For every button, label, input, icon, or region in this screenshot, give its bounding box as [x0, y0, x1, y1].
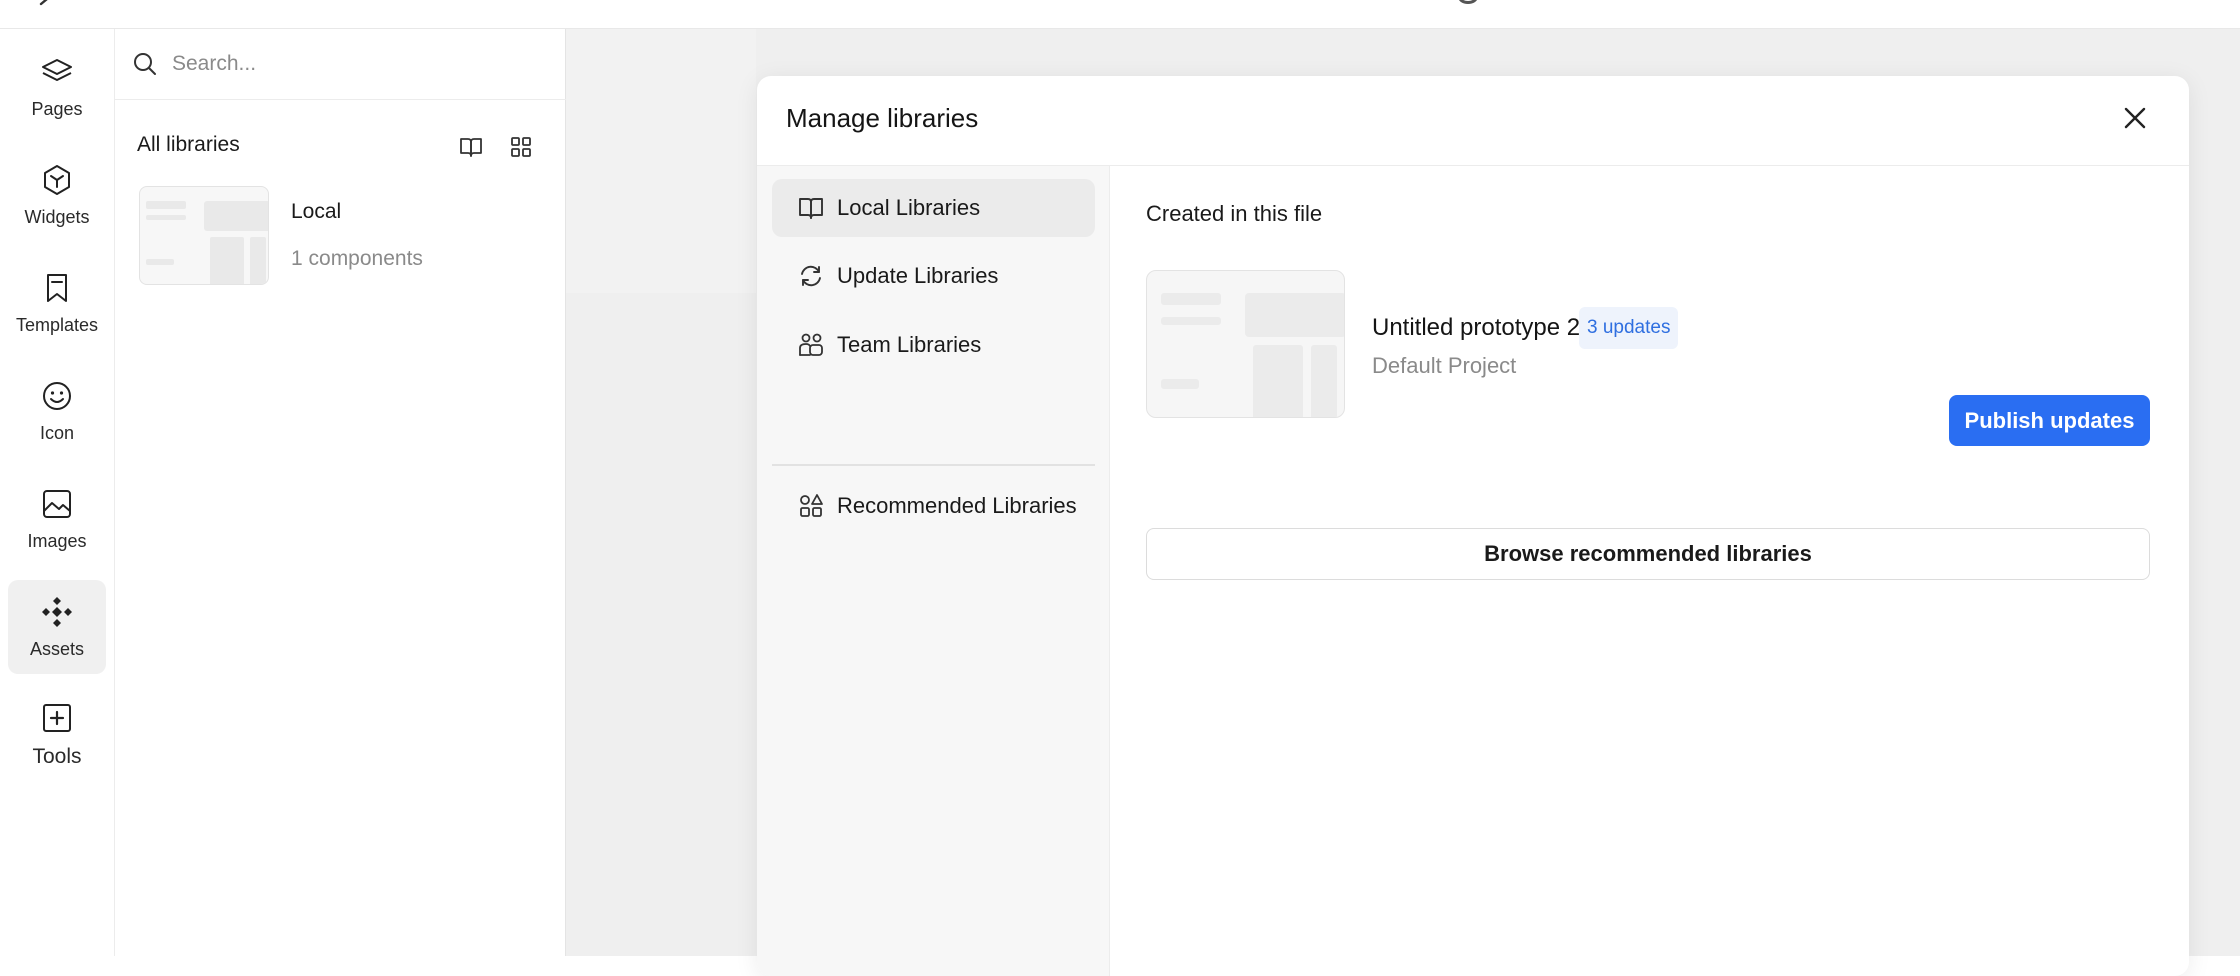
team-icon: [799, 333, 823, 356]
nav-recommended-libraries[interactable]: Recommended Libraries: [772, 477, 1095, 535]
close-button[interactable]: [2115, 98, 2155, 138]
modal-content: Created in this file Untitled prototype …: [1110, 166, 2189, 976]
library-name[interactable]: Local: [291, 200, 341, 224]
rail-item-label: Widgets: [24, 206, 90, 227]
plus-square-icon: [43, 704, 71, 732]
book-icon: [460, 138, 482, 157]
project-subtitle: Default Project: [1372, 353, 1517, 378]
modal-header: Manage libraries: [757, 76, 2189, 166]
nav-local-libraries[interactable]: Local Libraries: [772, 179, 1095, 237]
chevron-icon[interactable]: [38, 0, 52, 6]
modal-title: Manage libraries: [786, 103, 979, 133]
project-thumbnail[interactable]: [1146, 270, 1345, 418]
nav-label: Update Libraries: [837, 263, 999, 288]
thumbnail-placeholder-icon: [1161, 293, 1344, 417]
publish-updates-button[interactable]: Publish updates: [1949, 395, 2150, 446]
project-name: Untitled prototype 2: [1372, 314, 1581, 341]
rail-item-assets[interactable]: Assets: [8, 580, 106, 674]
nav-team-libraries[interactable]: Team Libraries: [772, 316, 1095, 374]
manage-libraries-modal: Manage libraries Local Libraries Update …: [757, 76, 2189, 976]
rail-item-pages[interactable]: Pages: [8, 40, 106, 134]
bookmark-icon: [47, 273, 67, 302]
refresh-icon: [801, 265, 821, 287]
rail-item-label: Images: [27, 530, 87, 551]
canvas-frame: [566, 29, 756, 293]
close-icon: [2124, 107, 2146, 129]
cube-icon: [44, 164, 70, 195]
rail-item-widgets[interactable]: Widgets: [8, 148, 106, 242]
nav-label: Local Libraries: [837, 195, 981, 220]
assets-icon: [42, 596, 72, 627]
rail-item-label: Tools: [32, 745, 82, 768]
browse-recommended-button[interactable]: Browse recommended libraries: [1146, 528, 2150, 580]
nav-update-libraries[interactable]: Update Libraries: [772, 247, 1095, 305]
modal-sidebar: Local Libraries Update Libraries Team Li…: [757, 166, 1110, 976]
rail-item-tools[interactable]: Tools: [8, 688, 106, 782]
grid-view-button[interactable]: [506, 132, 536, 162]
status-icon: [1458, 0, 1478, 4]
library-component-count: 1 components: [291, 247, 423, 270]
image-icon: [43, 489, 71, 518]
book-icon: [799, 198, 823, 219]
rail-item-images[interactable]: Images: [8, 472, 106, 566]
rail-item-label: Templates: [15, 314, 99, 335]
layers-icon: [42, 58, 72, 81]
grid-icon: [511, 137, 531, 157]
search-icon: [134, 53, 156, 75]
all-libraries-title: All libraries: [137, 133, 240, 156]
rail-item-label: Assets: [29, 638, 85, 659]
section-title: Created in this file: [1146, 201, 1323, 226]
rail-item-label: Icon: [39, 422, 75, 443]
library-thumbnail[interactable]: [139, 186, 269, 285]
top-bar: [0, 0, 2240, 29]
assets-panel: All libraries Local 1 components: [115, 29, 566, 956]
nav-label: Recommended Libraries: [837, 493, 1077, 518]
shapes-icon: [800, 494, 823, 517]
rail-item-label: Pages: [31, 98, 83, 119]
rail-item-icon[interactable]: Icon: [8, 364, 106, 458]
updates-badge: 3 updates: [1579, 307, 1679, 349]
thumbnail-placeholder-icon: [146, 201, 268, 284]
left-rail: Pages Widgets Templates Icon Images Asse…: [0, 29, 115, 956]
nav-label: Team Libraries: [837, 332, 982, 357]
smiley-icon: [43, 381, 71, 410]
nav-divider: [772, 464, 1095, 466]
rail-item-templates[interactable]: Templates: [8, 256, 106, 350]
search-input[interactable]: [170, 45, 540, 83]
search-bar: [115, 29, 566, 100]
list-view-button[interactable]: [456, 132, 486, 162]
